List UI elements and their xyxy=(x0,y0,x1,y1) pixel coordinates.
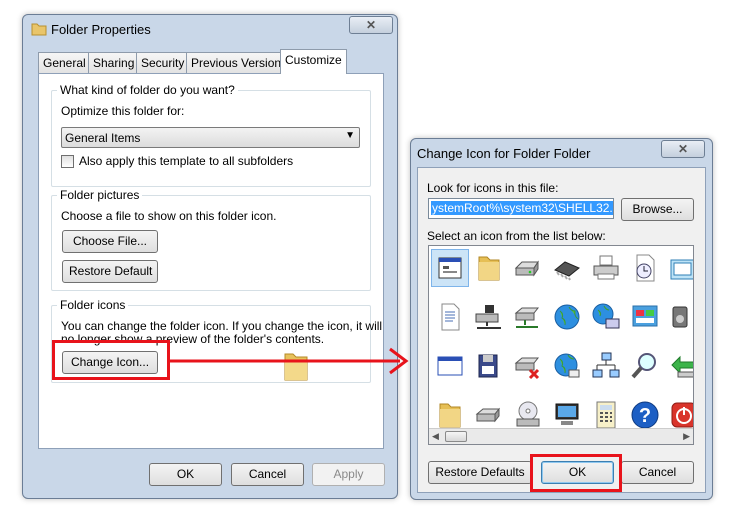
blank-window-icon xyxy=(437,356,463,376)
icon-item[interactable] xyxy=(548,298,586,336)
restore-defaults-button[interactable]: Restore Defaults xyxy=(428,461,532,484)
clock-document-icon xyxy=(636,254,655,282)
icon-item[interactable] xyxy=(665,347,693,385)
drive-icon xyxy=(514,260,539,277)
window-app-icon xyxy=(438,257,462,279)
text-document-icon xyxy=(441,303,460,331)
icon-path-input[interactable]: ystemRoot%\system32\SHELL32.dll xyxy=(428,198,614,219)
subfolders-checkbox[interactable] xyxy=(61,155,74,168)
green-arrow-icon xyxy=(671,355,693,378)
browse-button[interactable]: Browse... xyxy=(621,198,694,221)
icon-list-scrollbar[interactable]: ◀ ▶ xyxy=(429,428,693,444)
tab-security[interactable]: Security xyxy=(136,52,190,73)
tab-customize[interactable]: Customize xyxy=(280,49,347,74)
power-icon xyxy=(671,402,693,428)
close-button[interactable]: ✕ xyxy=(661,140,705,158)
floppy-disk-icon xyxy=(478,354,498,378)
globe-icon xyxy=(554,353,580,378)
optimize-select[interactable]: General Items ▼ xyxy=(61,127,360,148)
icon-item[interactable] xyxy=(431,249,469,287)
icon-item[interactable] xyxy=(431,298,469,336)
icon-list[interactable]: ? ◀ ▶ xyxy=(428,245,694,445)
magnifier-icon xyxy=(631,353,656,379)
scroll-left-icon[interactable]: ◀ xyxy=(432,431,439,442)
restore-default-button[interactable]: Restore Default xyxy=(62,260,158,283)
cancel-button[interactable]: Cancel xyxy=(621,461,694,484)
subfolders-label: Also apply this template to all subfolde… xyxy=(79,154,294,168)
choose-file-button[interactable]: Choose File... xyxy=(62,230,158,253)
icon-item[interactable] xyxy=(470,298,508,336)
close-button[interactable]: ✕ xyxy=(349,16,393,34)
change-icon-titlebar[interactable]: Change Icon for Folder Folder ✕ xyxy=(411,139,712,167)
change-icon-title: Change Icon for Folder Folder xyxy=(417,146,591,161)
scroll-right-icon[interactable]: ▶ xyxy=(683,431,690,442)
computer-icon xyxy=(555,403,579,425)
icon-item[interactable] xyxy=(431,347,469,385)
icon-item[interactable] xyxy=(509,249,547,287)
pictures-group-label: Folder pictures xyxy=(57,188,143,202)
icons-group-label: Folder icons xyxy=(57,298,129,312)
icon-item[interactable] xyxy=(470,347,508,385)
window-frame-icon xyxy=(670,259,693,280)
scroll-thumb[interactable] xyxy=(445,431,467,442)
icon-item[interactable] xyxy=(509,347,547,385)
folder-properties-titlebar[interactable]: Folder Properties ✕ xyxy=(23,15,397,43)
select-label: Select an icon from the list below: xyxy=(427,229,606,243)
look-for-label: Look for icons in this file: xyxy=(427,181,559,195)
kind-group: What kind of folder do you want? Optimiz… xyxy=(51,83,371,187)
folder-properties-title: Folder Properties xyxy=(51,22,151,37)
icon-item[interactable] xyxy=(509,298,547,336)
icons-description-line1: You can change the folder icon. If you c… xyxy=(61,319,383,333)
apply-button[interactable]: Apply xyxy=(312,463,385,486)
chevron-down-icon: ▼ xyxy=(345,130,355,141)
folder-icon xyxy=(31,23,47,36)
kind-group-label: What kind of folder do you want? xyxy=(57,83,238,97)
network-globe-icon xyxy=(592,303,620,329)
icon-item[interactable] xyxy=(587,347,625,385)
icon-item[interactable] xyxy=(548,347,586,385)
tab-sharing[interactable]: Sharing xyxy=(88,52,140,73)
folder-properties-window: Folder Properties ✕ General Sharing Secu… xyxy=(22,14,398,499)
pictures-group: Folder pictures Choose a file to show on… xyxy=(51,188,371,291)
optimize-label: Optimize this folder for: xyxy=(61,104,185,118)
change-icon-client: Look for icons in this file: ystemRoot%\… xyxy=(417,167,706,493)
folder-icon xyxy=(439,403,461,428)
icon-item[interactable] xyxy=(470,249,508,287)
network-drive-icon xyxy=(475,305,501,329)
icon-item[interactable] xyxy=(626,298,664,336)
red-arrow-icon xyxy=(170,347,409,375)
customize-tab-panel: What kind of folder do you want? Optimiz… xyxy=(38,73,384,449)
printer-icon xyxy=(593,255,619,280)
calculator-icon xyxy=(596,401,616,429)
icon-item[interactable] xyxy=(665,249,693,287)
icon-item[interactable] xyxy=(665,298,693,336)
change-icon-window: Change Icon for Folder Folder ✕ Look for… xyxy=(410,138,713,500)
folder-icon xyxy=(478,256,500,281)
icon-item[interactable] xyxy=(626,347,664,385)
icon-item[interactable] xyxy=(548,249,586,287)
optimize-select-value: General Items xyxy=(65,131,141,145)
speaker-icon xyxy=(672,306,688,328)
disconnected-drive-icon xyxy=(514,357,540,380)
cancel-button[interactable]: Cancel xyxy=(231,463,304,486)
svg-text:?: ? xyxy=(639,405,651,427)
icon-item[interactable] xyxy=(587,298,625,336)
network-icon xyxy=(592,352,620,378)
ok-button[interactable]: OK xyxy=(149,463,222,486)
pictures-description: Choose a file to show on this folder ico… xyxy=(61,209,277,223)
icon-item[interactable] xyxy=(587,249,625,287)
control-panel-icon xyxy=(632,305,658,327)
icon-path-value: ystemRoot%\system32\SHELL32.dll xyxy=(431,201,613,215)
network-drive-icon xyxy=(514,307,540,328)
globe-icon xyxy=(554,304,580,330)
tab-previous-versions[interactable]: Previous Versions xyxy=(186,52,293,73)
icon-item[interactable] xyxy=(626,249,664,287)
ok-highlight xyxy=(530,454,622,492)
memory-chip-icon xyxy=(554,261,580,281)
help-icon: ? xyxy=(631,401,659,429)
tab-general[interactable]: General xyxy=(38,52,91,73)
change-icon-highlight xyxy=(52,340,170,380)
drive-icon xyxy=(475,407,501,423)
cd-drive-icon xyxy=(516,401,540,427)
